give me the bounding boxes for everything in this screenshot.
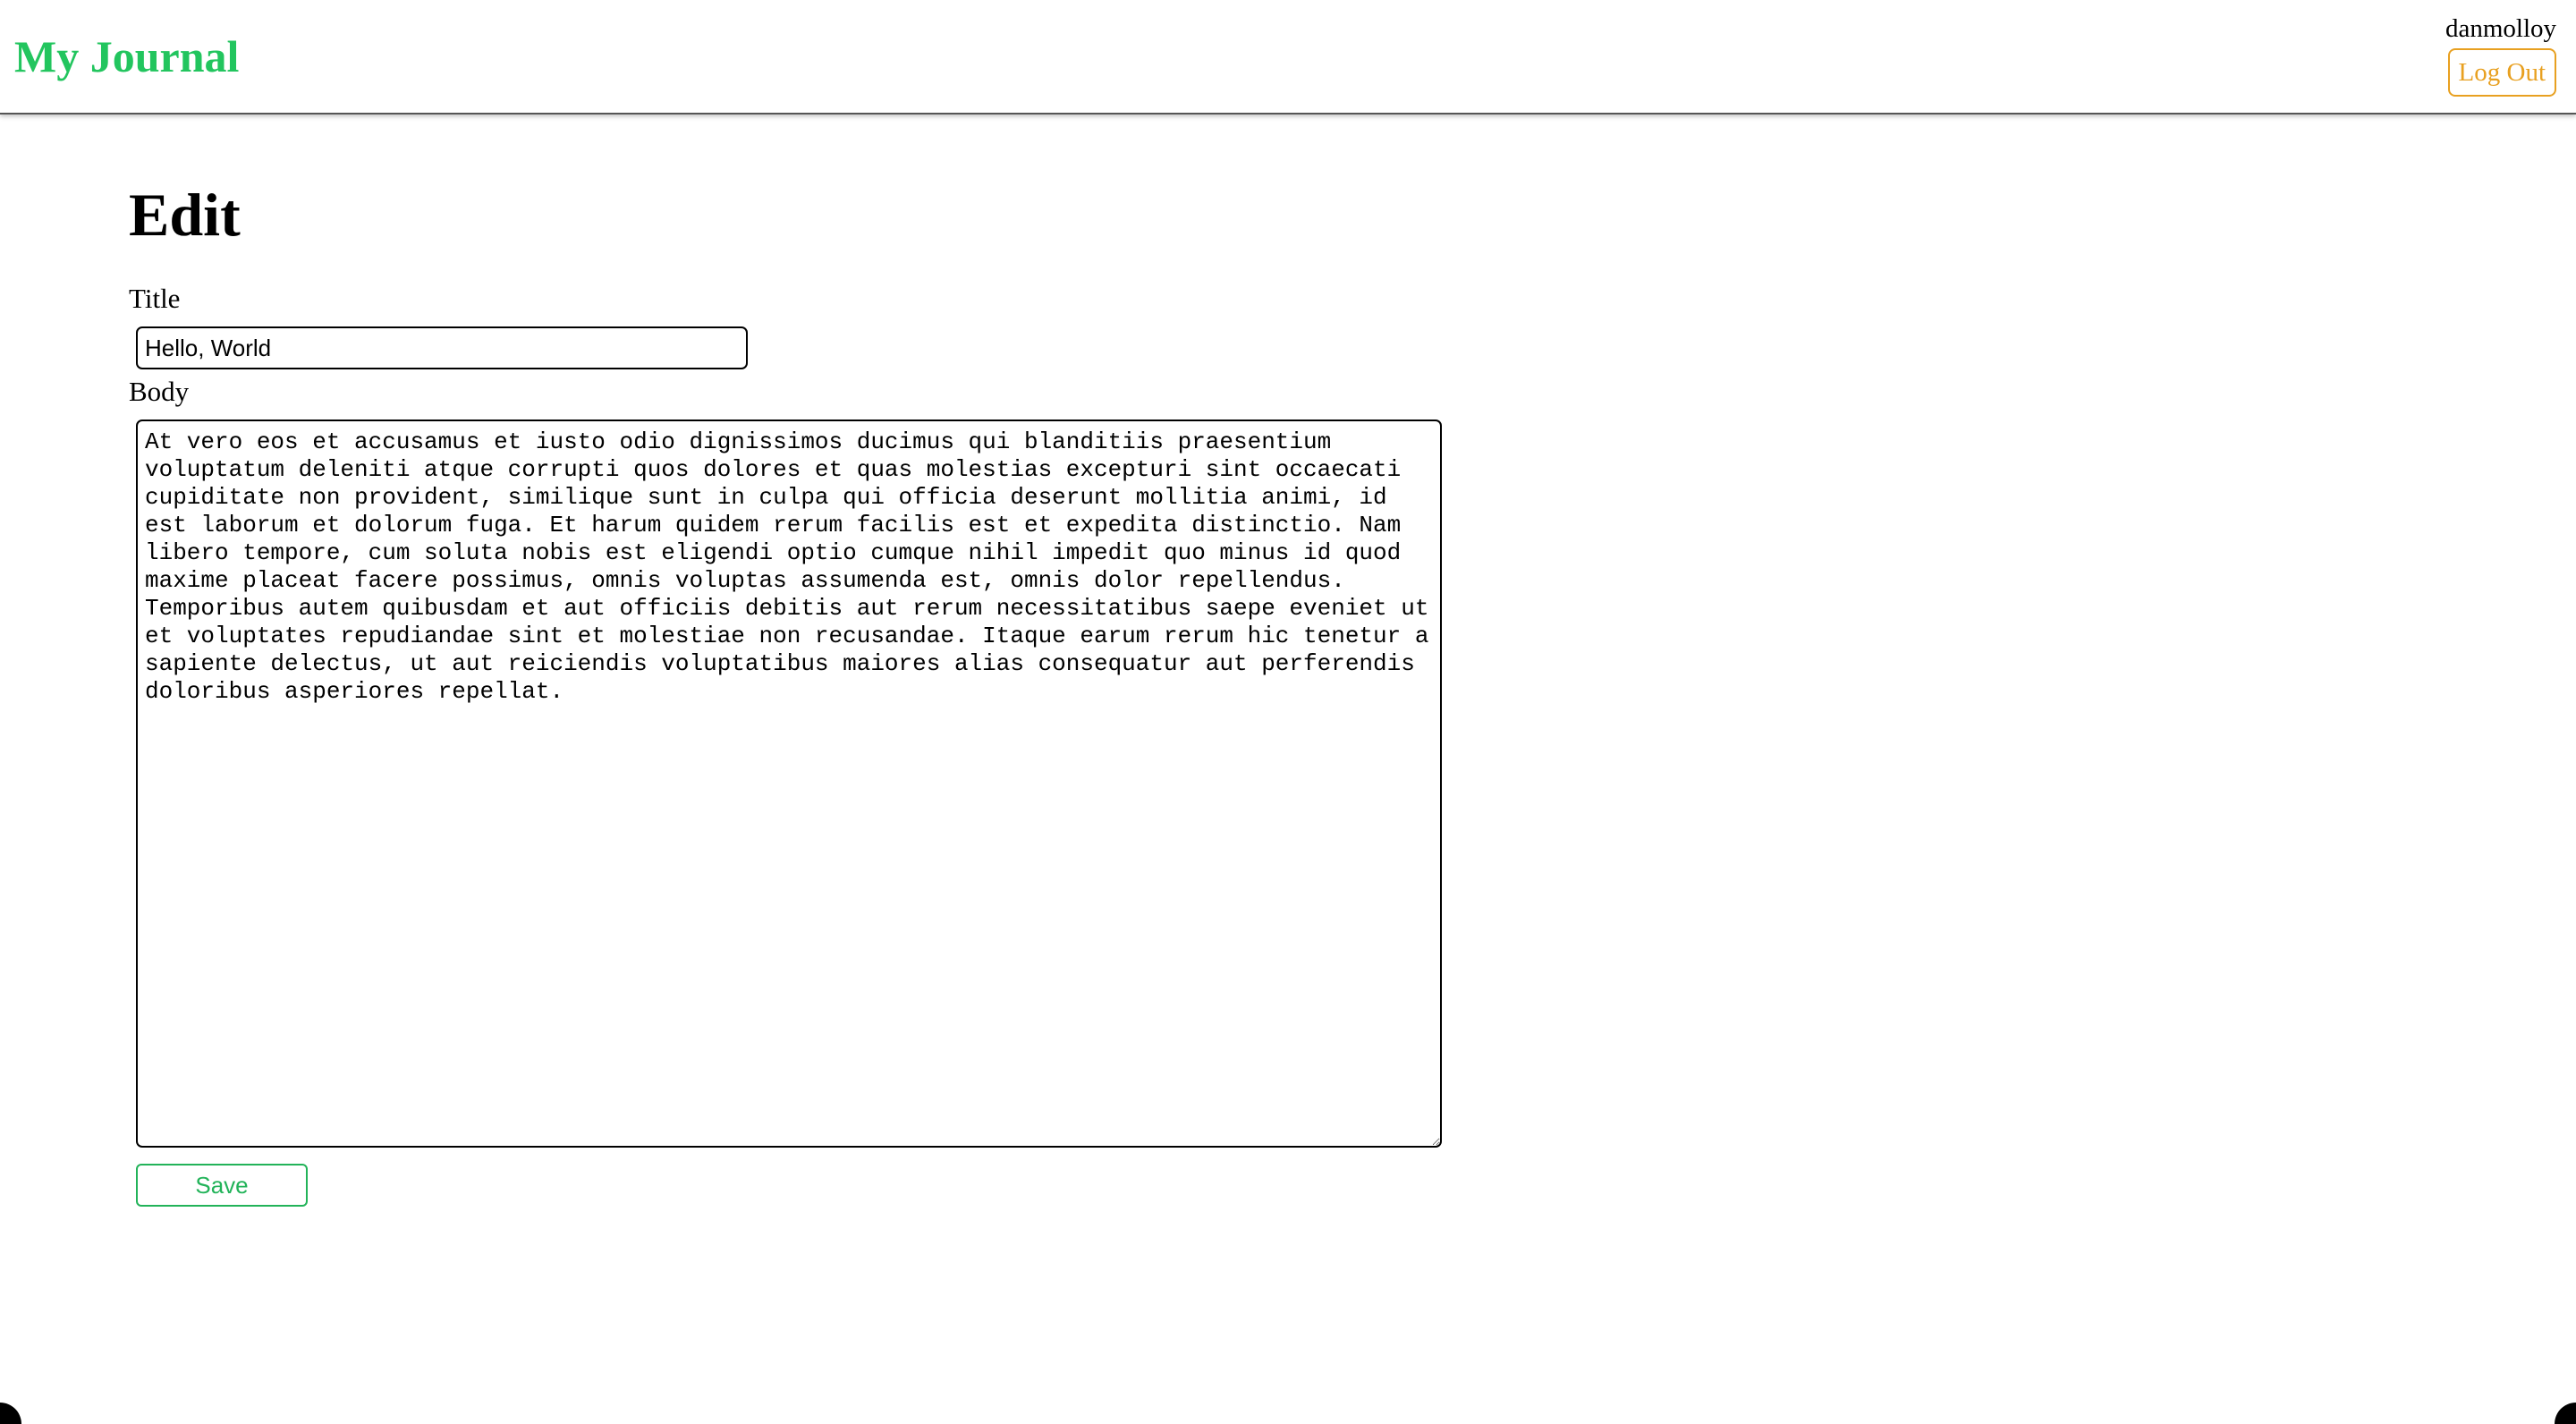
save-button[interactable]: Save <box>136 1164 308 1207</box>
title-label: Title <box>129 283 181 314</box>
body-textarea[interactable]: At vero eos et accusamus et iusto odio d… <box>136 420 1442 1148</box>
body-label: Body <box>129 376 190 407</box>
edit-form: Edit Title Body At vero eos et accusamus… <box>129 175 1442 1207</box>
site-header: My Journal danmolloy Log Out <box>0 0 2576 114</box>
title-input[interactable] <box>136 326 748 369</box>
username: danmolloy <box>2445 14 2556 43</box>
window-corner-right <box>2555 1403 2576 1424</box>
logout-button[interactable]: Log Out <box>2447 48 2556 97</box>
window-corners <box>0 1397 2576 1424</box>
user-area: danmolloy Log Out <box>2377 13 2556 97</box>
window-corner-left <box>0 1403 21 1424</box>
brand-link[interactable]: My Journal <box>14 25 239 88</box>
page-title: Edit <box>129 181 241 249</box>
